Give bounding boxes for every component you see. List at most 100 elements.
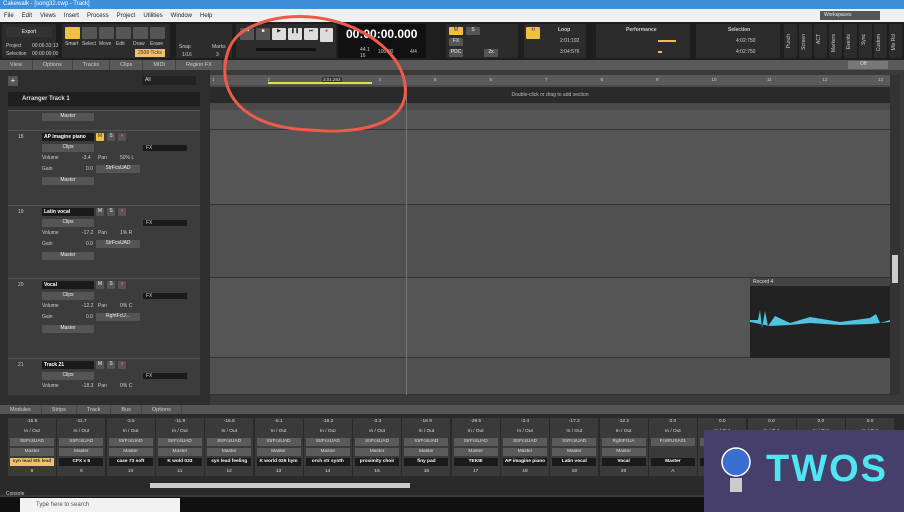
strip-output[interactable]: Master [305,448,350,456]
strip-name[interactable]: finy pad [404,458,449,466]
erase-tool-icon[interactable] [150,27,165,39]
strip-output[interactable]: Master [355,448,400,456]
strip-output[interactable]: Master [108,448,153,456]
strip-volume[interactable]: -3.3 [355,418,399,426]
menu-edit[interactable]: Edit [22,13,32,19]
strip-volume[interactable]: -3.4 [503,418,547,426]
loop-region[interactable] [268,82,372,84]
pan-value[interactable]: 0% C [120,383,132,389]
select-tool-icon[interactable] [82,27,97,39]
strip-input[interactable]: StrFcsUAD [453,438,498,446]
track-lane-21[interactable] [210,358,890,395]
strip-name[interactable]: syn lead feeling [207,458,252,466]
mute-button[interactable]: M [96,361,104,369]
menu-project[interactable]: Project [117,13,136,19]
strip-in-out[interactable]: In / Out [602,428,646,436]
menu-view[interactable]: View [0,60,33,70]
output-dropdown[interactable]: Master [42,113,94,121]
pan-value[interactable]: 1% R [120,230,132,236]
module-custom[interactable]: Custom [874,24,887,58]
strip-in-out[interactable]: In / Out [355,428,399,436]
tempo-display[interactable]: 100.00 [378,49,393,55]
track-name-field[interactable]: Latin vocal [42,208,94,216]
meter-display[interactable]: 4/4 [410,49,417,55]
console-strip[interactable]: -16.8 In / Out StrFcsUAD Master syn lead fee… [205,418,254,476]
strip-volume[interactable]: -17.2 [552,418,596,426]
arranger-track[interactable]: Arranger Track 1 [8,92,200,106]
strip-input[interactable]: StrFcsUAD [503,438,547,446]
volume-value[interactable]: -18.3 [82,383,93,389]
console-menu-modules[interactable]: Modules [0,405,42,414]
track-header-21[interactable]: 21 Track 21 M S ● Clips FX Volume -18.3 Pan 0% C [8,358,200,395]
menu-file[interactable]: File [4,13,14,19]
strip-volume[interactable]: 0.0 [848,418,892,426]
strip-name[interactable]: TEKIE [453,458,498,466]
strip-input[interactable]: StrFcsUAD [59,438,104,446]
arranger-lane[interactable]: Double-click or drag to add section [210,87,890,103]
strip-name[interactable]: K wold 033 [157,458,202,466]
move-tool-icon[interactable] [99,27,114,39]
stop-button[interactable]: ■ [256,28,270,40]
strip-input[interactable]: StrFcsUAD [256,438,301,446]
strip-volume[interactable]: 0.0 [750,418,794,426]
output-dropdown[interactable]: Master [42,177,94,185]
volume-value[interactable]: -3.4 [82,155,91,161]
strip-input[interactable]: StrFcsUAD [207,438,252,446]
module-mix-rcl[interactable]: Mix Rcl [889,24,902,58]
pan-value[interactable]: 0% C [120,303,132,309]
console-strip[interactable]: -11.7 In / Out StrFcsUAD Master CFX x 5 9 [57,418,106,476]
strip-volume[interactable]: -18.9 [404,418,448,426]
strip-output[interactable]: Master [256,448,301,456]
volume-value[interactable]: -17.2 [82,230,93,236]
strip-output[interactable]: Master [503,448,547,456]
strip-input[interactable]: StrFcsUAD [355,438,400,446]
menu-process[interactable]: Process [87,13,109,19]
clips-dropdown[interactable]: Clips [42,144,94,152]
loop-end[interactable]: 3:04:576 [560,49,579,55]
strip-name[interactable]: CFX x 5 [59,458,104,466]
console-strip[interactable]: -8.1 In / Out StrFcsUAD Master K world 026 h… [254,418,303,476]
output-dropdown[interactable]: Master [42,325,94,333]
vertical-scrollbar[interactable] [890,75,900,395]
strip-in-out[interactable]: In / Out [503,428,547,436]
selection-start[interactable]: 4:02:750 [736,38,755,44]
module-act[interactable]: ACT [814,24,827,58]
menu-views[interactable]: Views [40,13,56,19]
strip-name[interactable]: orch str synth [305,458,350,466]
strip-in-out[interactable]: In / Out [454,428,498,436]
console-strip[interactable]: -3.4 In / Out StrFcsUAD Master AP imagine pi… [501,418,549,476]
module-sync[interactable]: Sync [859,24,872,58]
snap-button[interactable]: Snap [179,44,191,50]
input-dropdown[interactable]: StrFcsUAD [96,240,140,248]
marks-button[interactable]: Marks [212,44,226,50]
track-lane-18[interactable] [210,130,890,205]
strip-volume[interactable]: -12.2 [602,418,646,426]
selection-end[interactable]: 4:02:750 [736,49,755,55]
add-track-button[interactable]: + [8,76,18,86]
pause-button[interactable]: ❚❚ [288,28,302,40]
snap-value[interactable]: 1/16 [182,52,192,58]
pdc-button[interactable]: PDC [449,49,463,57]
off-toggle[interactable]: Off [848,61,888,69]
strip-name[interactable]: K world 026 hym [256,458,301,466]
2x-button[interactable]: 2x [484,49,498,57]
fx-bin[interactable]: FX [143,373,187,379]
position-slider[interactable] [256,48,316,51]
strip-in-out[interactable]: In / Out [10,428,54,436]
record-arm-button[interactable]: ● [118,208,126,216]
snap-number[interactable]: 3 [216,52,219,58]
fx-bin[interactable]: FX [143,145,187,151]
strip-name[interactable]: proximity choir [355,458,400,466]
strip-in-out[interactable]: In / Out [207,428,251,436]
solo-button[interactable]: S [107,361,115,369]
module-screen[interactable]: Screen [799,24,812,58]
input-dropdown[interactable]: RghtFcU... [96,313,140,321]
strip-output[interactable]: Master [552,448,597,456]
strip-output[interactable]: Master [453,448,498,456]
export-button[interactable]: Export [6,27,52,37]
strip-in-out[interactable]: In / Out [651,428,695,436]
draw-tool-icon[interactable] [133,27,148,39]
console-scrollbar[interactable] [150,483,410,488]
strip-input[interactable]: StrFcsUAD [552,438,597,446]
strip-in-out[interactable]: In / Out [109,428,153,436]
